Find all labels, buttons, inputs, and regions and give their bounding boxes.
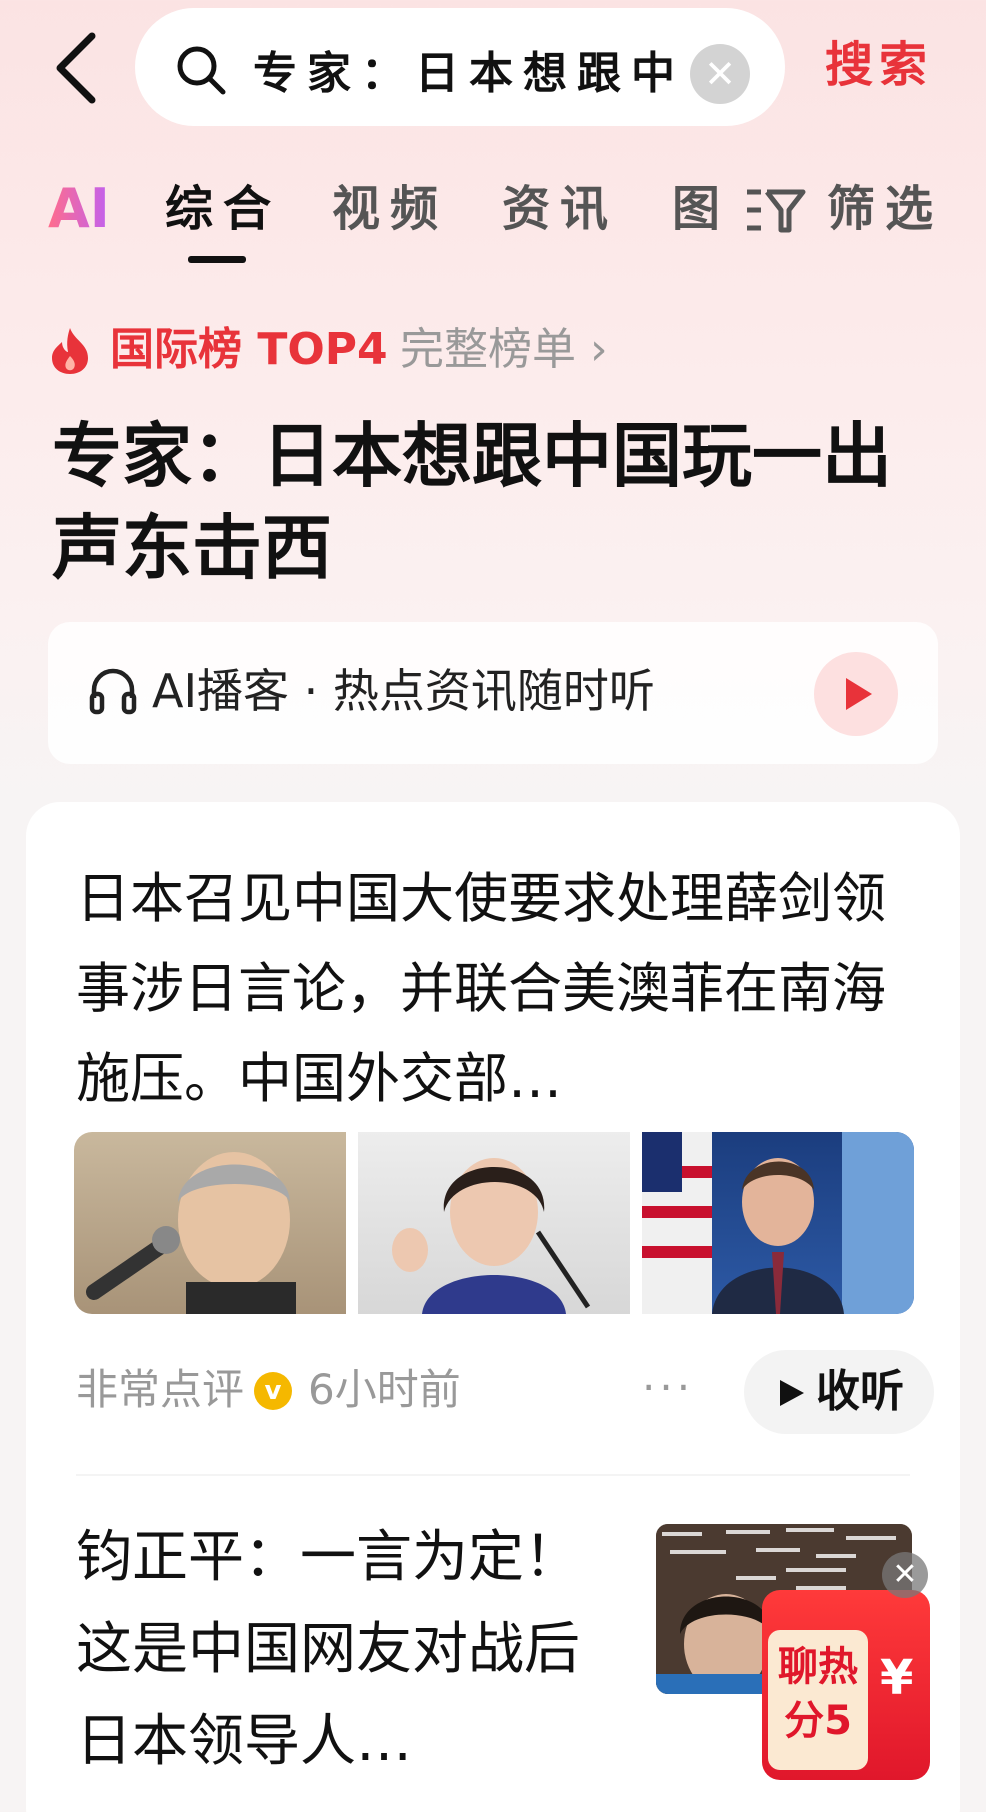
top-bar: 专家：日本想跟中 ✕ 搜索: [0, 0, 986, 140]
article-image[interactable]: [74, 1132, 346, 1314]
close-red-envelope-button[interactable]: ✕: [882, 1552, 928, 1598]
listen-label: 收听: [816, 1366, 904, 1417]
tab-images[interactable]: 图: [672, 174, 730, 244]
article-meta: 非常点评 v 6小时前 ··· 收听: [76, 1350, 936, 1434]
play-icon: [846, 678, 872, 710]
yen-icon: ¥: [880, 1650, 914, 1706]
play-icon: [780, 1380, 804, 1406]
tab-news[interactable]: 资讯: [502, 174, 618, 244]
article-image[interactable]: [642, 1132, 914, 1314]
portrait-image: [642, 1132, 914, 1314]
article-time: 6小时前: [308, 1365, 461, 1414]
divider: [76, 1474, 910, 1476]
headphones-icon: [89, 668, 137, 715]
article-source[interactable]: 非常点评: [76, 1360, 244, 1420]
search-button[interactable]: 搜索: [825, 30, 933, 100]
clear-search-button[interactable]: ✕: [690, 44, 750, 104]
article-title[interactable]: 日本召见中国大使要求处理薛剑领事涉日言论，并联合美澳菲在南海施压。中国外交部…: [76, 854, 916, 1124]
active-tab-indicator: [188, 256, 246, 263]
chevron-left-icon: [56, 32, 96, 104]
tab-video[interactable]: 视频: [332, 174, 448, 244]
portrait-image: [392, 1158, 591, 1314]
filter-icon: [747, 189, 806, 233]
red-envelope-text-1: 聊热: [778, 1644, 858, 1690]
back-button[interactable]: [48, 28, 108, 108]
article-image-row[interactable]: [74, 1132, 938, 1314]
page-title: 专家：日本想跟中国玩一出声东击西: [52, 415, 892, 589]
tab-ai[interactable]: AI: [48, 174, 110, 244]
tab-bar: AI 综合 视频 资讯 图 筛选: [0, 160, 986, 270]
listen-button[interactable]: 收听: [744, 1350, 934, 1434]
more-options-button[interactable]: ···: [642, 1358, 694, 1418]
red-envelope-card: 聊热 分5: [768, 1630, 868, 1770]
search-icon: [177, 46, 226, 95]
hot-rank-label: 国际榜 TOP4: [110, 324, 388, 375]
search-box[interactable]: 专家：日本想跟中 ✕: [135, 8, 785, 126]
verified-badge-icon: v: [254, 1372, 292, 1410]
article-title[interactable]: 钧正平：一言为定！这是中国网友对战后日本领导人…: [76, 1512, 616, 1788]
tab-all[interactable]: 综合: [165, 174, 281, 244]
full-list-link[interactable]: 完整榜单 ›: [400, 320, 608, 380]
flame-icon: [52, 328, 88, 374]
podcast-play-button[interactable]: [814, 652, 898, 736]
portrait-image: [86, 1152, 296, 1314]
podcast-text: AI播客 · 热点资讯随时听: [152, 664, 655, 718]
article-image[interactable]: [358, 1132, 630, 1314]
filter-label: 筛选: [827, 181, 944, 237]
red-envelope-text-2: 分5: [784, 1698, 852, 1744]
ai-podcast-bar[interactable]: AI播客 · 热点资讯随时听: [48, 622, 938, 764]
red-envelope-widget[interactable]: 聊热 分5 ¥: [762, 1590, 930, 1780]
